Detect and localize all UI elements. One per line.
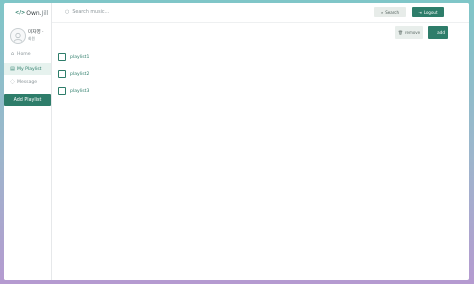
logo-text-secondary: Jill — [41, 9, 49, 17]
checkbox[interactable] — [58, 87, 66, 95]
trash-icon: 🗑 — [397, 30, 403, 35]
code-logo-icon: </> — [15, 10, 26, 16]
avatar — [10, 28, 26, 44]
remove-button-label: remove — [404, 30, 421, 35]
logout-button[interactable]: ⇥ Logout — [412, 7, 444, 17]
list-item[interactable]: playlist2 — [58, 70, 89, 78]
app-window: </> Own. Jill 미자영 · 회원 ⌂ Home ▤ My Playl… — [4, 3, 469, 280]
search-icon: ⌕ — [381, 9, 384, 15]
user-icon — [13, 32, 23, 42]
search-input[interactable]: ○ Search music... — [65, 7, 225, 17]
search-button[interactable]: ⌕ Search — [374, 7, 406, 17]
add-playlist-button[interactable]: Add Playlist — [4, 94, 51, 106]
search-icon: ○ — [65, 9, 70, 15]
logout-button-label: Logout — [423, 9, 438, 15]
list-item[interactable]: playlist1 — [58, 53, 89, 61]
add-button[interactable]: add — [428, 26, 448, 39]
logo[interactable]: </> Own. Jill — [15, 8, 48, 18]
user-role: 회원 — [28, 36, 35, 41]
sidebar-item-label: Message — [17, 79, 38, 85]
sidebar-item-message[interactable]: ◌ Message — [4, 76, 51, 88]
home-icon: ⌂ — [10, 51, 15, 57]
search-placeholder: Search music... — [72, 9, 110, 15]
sidebar-item-label: My Playlist — [17, 66, 42, 72]
sidebar-item-home[interactable]: ⌂ Home — [4, 48, 51, 60]
checkbox[interactable] — [58, 53, 66, 61]
remove-button[interactable]: 🗑 remove — [395, 26, 423, 39]
message-icon: ◌ — [10, 79, 15, 85]
list-icon: ▤ — [10, 66, 15, 72]
sidebar: </> Own. Jill 미자영 · 회원 ⌂ Home ▤ My Playl… — [4, 3, 52, 280]
logo-text-primary: Own. — [26, 9, 42, 17]
sidebar-item-my-playlist[interactable]: ▤ My Playlist — [4, 63, 51, 75]
playlist-label: playlist3 — [70, 88, 90, 94]
sidebar-item-label: Home — [17, 51, 31, 57]
playlist-label: playlist1 — [70, 54, 90, 60]
logout-icon: ⇥ — [418, 9, 422, 15]
top-bar: ○ Search music... ⌕ Search ⇥ Logout — [52, 3, 469, 23]
user-profile[interactable]: 미자영 · 회원 — [10, 28, 50, 46]
search-button-label: Search — [385, 9, 399, 15]
user-name: 미자영 · — [28, 30, 44, 35]
playlist-label: playlist2 — [70, 71, 90, 77]
list-item[interactable]: playlist3 — [58, 87, 89, 95]
add-button-label: add — [437, 30, 445, 35]
checkbox[interactable] — [58, 70, 66, 78]
